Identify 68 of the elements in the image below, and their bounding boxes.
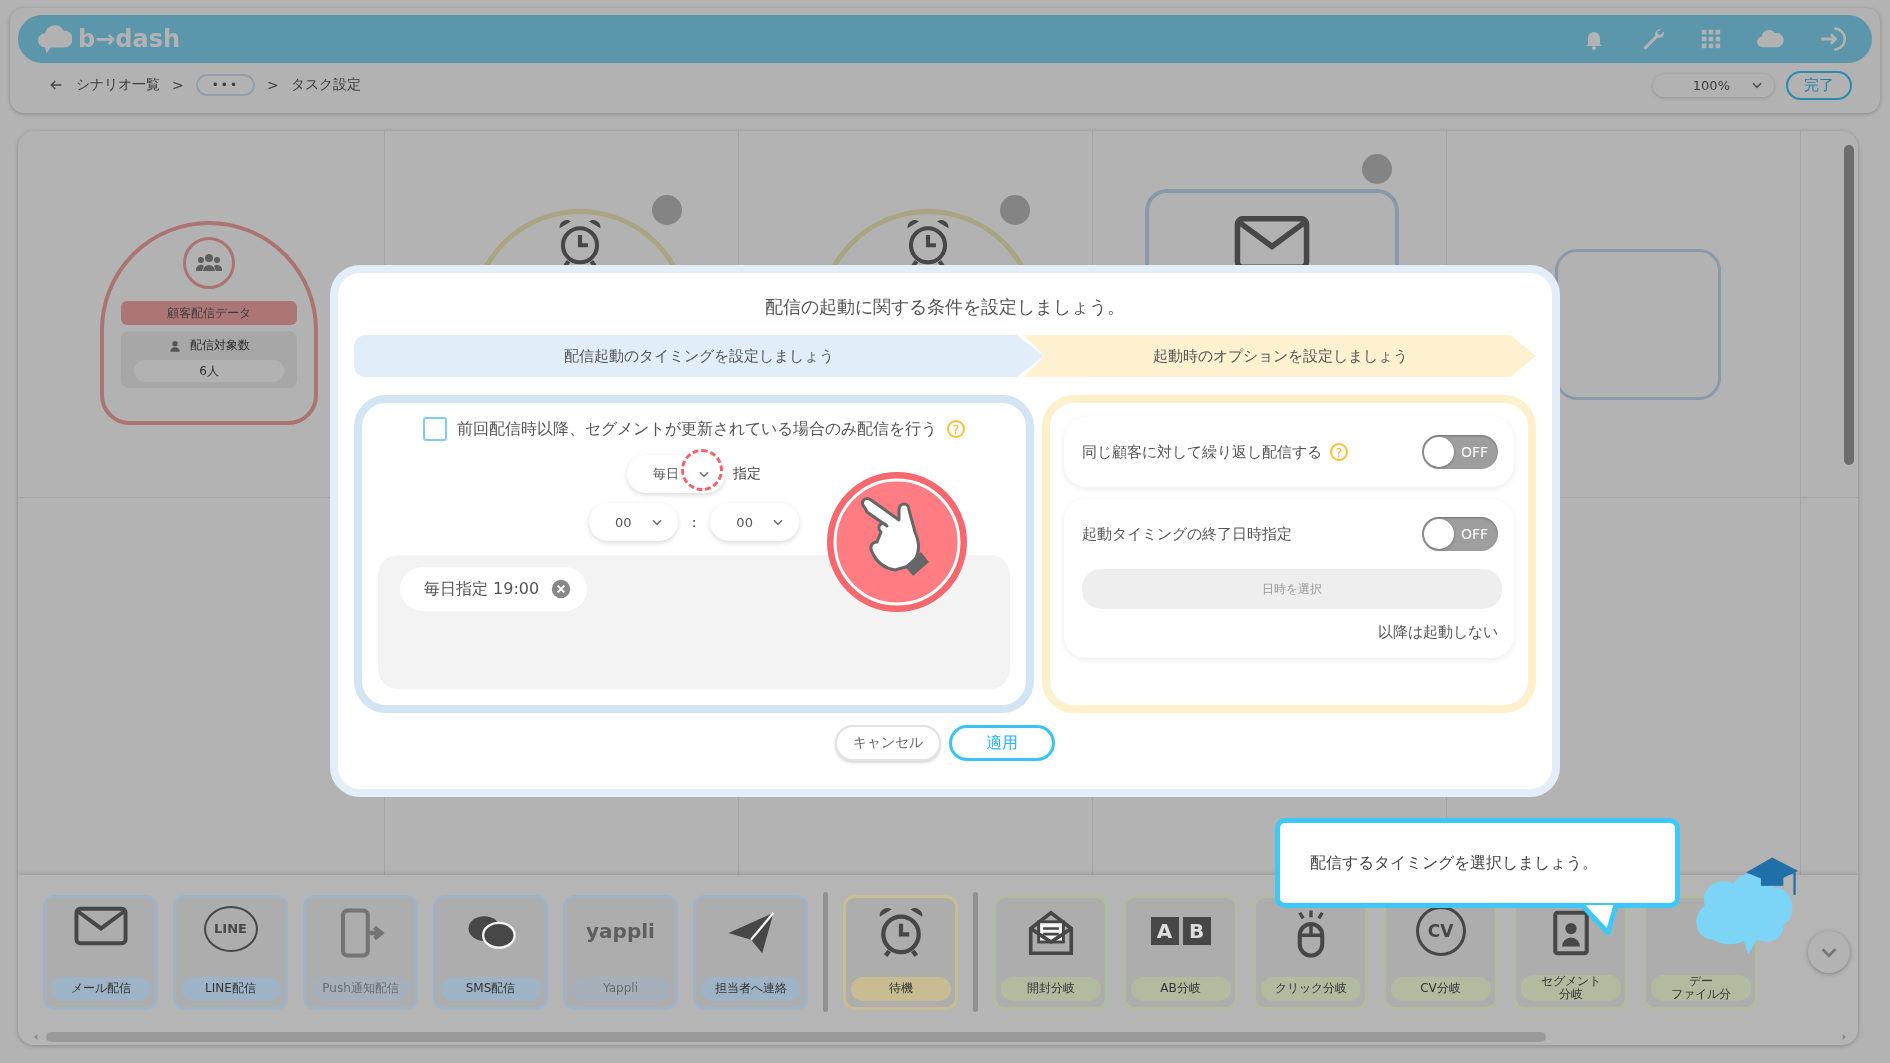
- scrollbar[interactable]: [1844, 145, 1854, 465]
- item-label: SMS配信: [440, 976, 541, 1001]
- zoom-select[interactable]: 100%: [1652, 73, 1774, 97]
- close-icon[interactable]: [652, 195, 682, 225]
- more-button[interactable]: •••: [195, 74, 255, 96]
- breadcrumb-link[interactable]: シナリオ一覧: [76, 76, 160, 94]
- highlight-ring: [681, 449, 723, 491]
- tooltip-tail: [1580, 905, 1620, 935]
- item-label: 待機: [850, 976, 951, 1001]
- yappli-logo: yappli: [586, 917, 655, 945]
- item-label: セグメント 分岐: [1520, 974, 1621, 1001]
- item-label: AB分岐: [1130, 976, 1231, 1001]
- item-label: 開封分岐: [1000, 976, 1101, 1001]
- scroll-right-icon: [1840, 1033, 1848, 1041]
- time-colon: :: [691, 514, 697, 530]
- palette-item[interactable]: クリック分岐: [1253, 894, 1368, 1010]
- count-value: 6人: [134, 360, 284, 382]
- item-label: クリック分岐: [1260, 976, 1361, 1001]
- cancel-button[interactable]: キャンセル: [835, 725, 941, 761]
- item-label: メール配信: [50, 976, 151, 1001]
- step-banner: 起動時のオプションを設定しましょう: [1024, 335, 1536, 377]
- empty-node[interactable]: [1555, 249, 1721, 400]
- breadcrumb-current: タスク設定: [290, 76, 361, 94]
- wrench-icon: [1640, 26, 1666, 52]
- item-label: Yappli: [570, 976, 671, 1001]
- item-label: LINE配信: [180, 976, 281, 1001]
- people-icon: [183, 237, 235, 289]
- item-label: Push通知配信: [310, 976, 411, 1001]
- palette-item[interactable]: 担当者へ連絡: [693, 894, 808, 1010]
- minute-select[interactable]: 00: [710, 503, 799, 541]
- palette-item[interactable]: メール配信: [43, 894, 158, 1010]
- logo-text: b→dash: [78, 25, 181, 53]
- palette-item[interactable]: 開封分岐: [993, 894, 1108, 1010]
- palette-item[interactable]: SMS配信: [433, 894, 548, 1010]
- person-icon: [168, 338, 182, 353]
- chevron-button[interactable]: [1808, 931, 1850, 973]
- checkbox-label: 前回配信時以降、セグメントが更新されている場合のみ配信を行う: [457, 418, 937, 440]
- item-label: 担当者へ連絡: [700, 976, 801, 1001]
- palette-item[interactable]: 待機: [843, 894, 958, 1010]
- item-label: デー ファイル分: [1650, 974, 1751, 1001]
- scrollbar[interactable]: [46, 1032, 1546, 1042]
- tooltip: 配信するタイミングを選択しましょう。: [1275, 818, 1680, 908]
- node-title: 顧客配信データ: [121, 301, 297, 325]
- frequency-select[interactable]: 毎日: [627, 455, 725, 493]
- option-label: 起動タイミングの終了日時指定: [1082, 524, 1292, 544]
- speech-cloud-icon: [38, 22, 72, 56]
- dialog-title: 配信の起動に関する条件を設定しましょう。: [764, 295, 1126, 319]
- close-icon[interactable]: [1362, 154, 1392, 184]
- item-label: CV分岐: [1390, 976, 1491, 1001]
- segment-node[interactable]: 顧客配信データ 配信対象数 6人: [100, 221, 318, 425]
- schedule-chip: 毎日指定 19:00: [400, 567, 588, 611]
- count-label: 配信対象数: [190, 337, 250, 354]
- frequency-suffix: 指定: [733, 465, 761, 483]
- palette-item[interactable]: LINE LINE配信: [173, 894, 288, 1010]
- step-banner: 配信起動のタイミングを設定しましょう: [354, 335, 1044, 377]
- remove-icon: [551, 579, 572, 599]
- breadcrumb-separator: >: [172, 77, 184, 93]
- hour-select[interactable]: 00: [589, 503, 678, 541]
- breadcrumb-separator: >: [266, 77, 279, 93]
- envelope-icon: [73, 905, 128, 946]
- speech-bubble-icon: LINE: [203, 905, 258, 952]
- scroll-left-icon: [32, 1033, 40, 1041]
- grid-icon: [1700, 28, 1722, 50]
- option-note: 以降は起動しない: [1377, 623, 1498, 642]
- option-label: 同じ顧客に対して繰り返し配信する: [1082, 442, 1322, 462]
- checkbox[interactable]: [423, 417, 447, 441]
- close-icon[interactable]: [1000, 195, 1030, 225]
- palette-item[interactable]: A B AB分岐: [1123, 894, 1238, 1010]
